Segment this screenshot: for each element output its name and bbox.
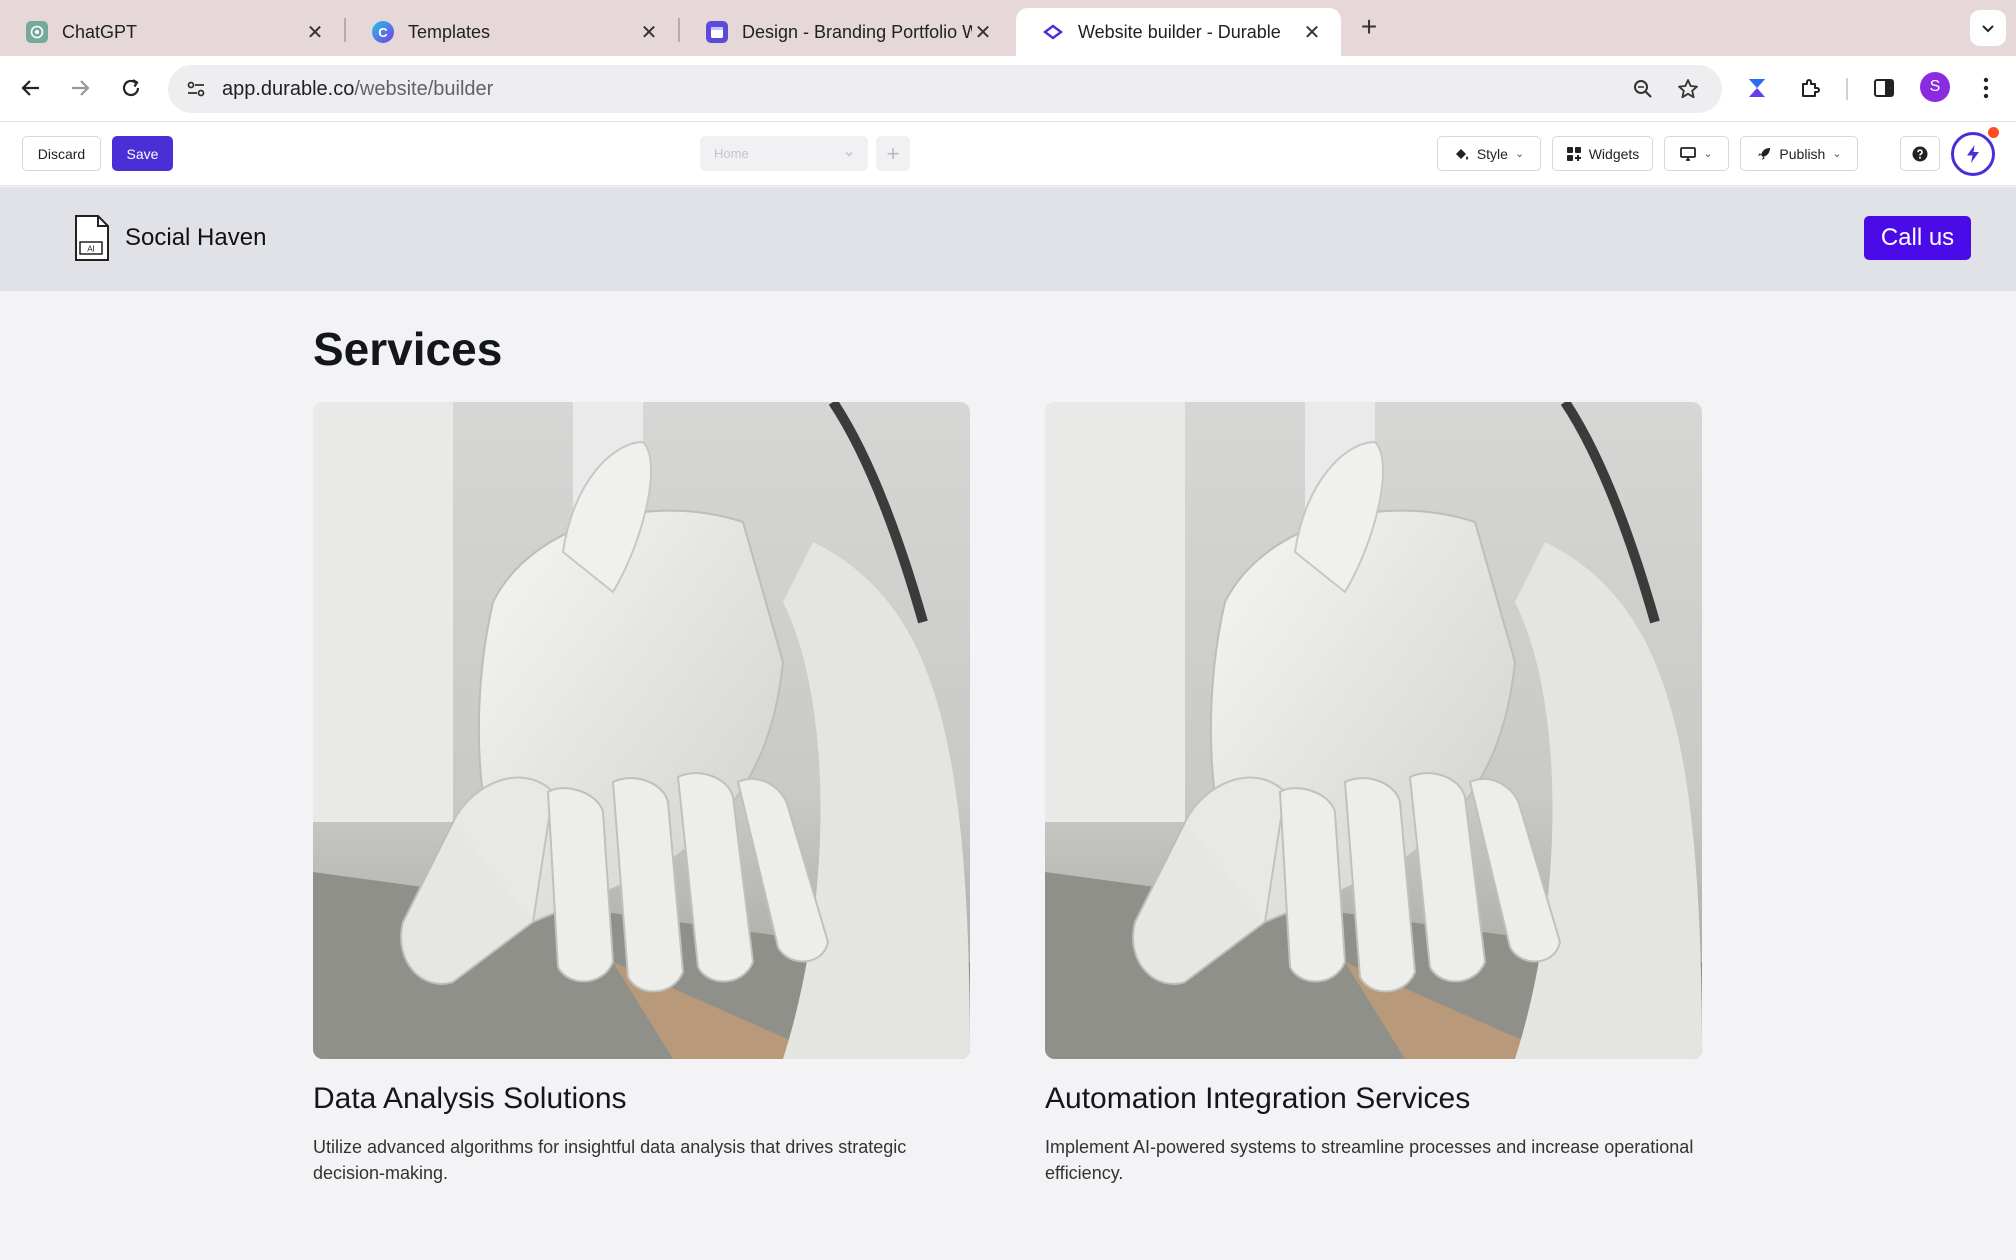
- services-heading[interactable]: Services: [313, 322, 502, 376]
- tab-chatgpt[interactable]: ChatGPT ✕: [0, 8, 344, 56]
- address-bar[interactable]: app.durable.co/website/builder: [168, 65, 1722, 113]
- url-host: app.durable.co: [222, 77, 355, 100]
- chevron-down-icon: ⌄: [1514, 148, 1525, 160]
- lightning-bolt-icon: [1967, 145, 1979, 163]
- service-card[interactable]: Data Analysis Solutions Utilize advanced…: [313, 402, 970, 1183]
- widgets-grid-icon: [1566, 146, 1581, 161]
- help-button[interactable]: [1900, 136, 1940, 171]
- profile-avatar[interactable]: S: [1920, 72, 1950, 102]
- robot-hand-image: [1045, 402, 1702, 1059]
- new-tab-button[interactable]: +: [1354, 11, 1384, 42]
- desktop-monitor-icon: [1680, 146, 1697, 161]
- ai-assistant-button[interactable]: [1951, 132, 1995, 176]
- device-preview-button[interactable]: ⌄: [1664, 136, 1729, 171]
- arrow-left-icon: [21, 80, 39, 96]
- page-select[interactable]: Home: [700, 136, 868, 171]
- tab-title: ChatGPT: [62, 21, 138, 42]
- service-description[interactable]: Implement AI-powered systems to streamli…: [1045, 1134, 1705, 1186]
- chatgpt-icon: [26, 21, 48, 43]
- site-settings-icon[interactable]: [182, 75, 210, 103]
- svg-text:AI: AI: [87, 245, 95, 254]
- save-button[interactable]: Save: [112, 136, 173, 171]
- service-title[interactable]: Data Analysis Solutions: [313, 1082, 627, 1116]
- service-card[interactable]: Automation Integration Services Implemen…: [1045, 402, 1702, 1183]
- chevron-down-icon: [1982, 25, 1994, 33]
- builder-toolbar: Discard Save Home + Style ⌄ Widgets ⌄ Pu…: [0, 122, 2016, 186]
- tab-title: Website builder - Durable: [1078, 21, 1281, 42]
- reload-button[interactable]: [114, 71, 148, 105]
- hourglass-extension-icon[interactable]: [1741, 72, 1773, 104]
- bookmark-star-icon[interactable]: [1671, 72, 1705, 106]
- service-description[interactable]: Utilize advanced algorithms for insightf…: [313, 1134, 973, 1186]
- puzzle-extensions-icon[interactable]: [1794, 72, 1826, 104]
- chevron-down-icon: ⌄: [1832, 148, 1842, 160]
- tab-search-button[interactable]: [1970, 10, 2006, 46]
- close-icon[interactable]: ✕: [1301, 21, 1323, 44]
- call-us-button[interactable]: Call us: [1864, 216, 1971, 260]
- browser-toolbar: app.durable.co/website/builder S: [0, 56, 2016, 122]
- page-select-value: Home: [714, 146, 749, 161]
- brand-name[interactable]: Social Haven: [125, 224, 266, 252]
- chevron-down-icon: ⌄: [1703, 148, 1713, 160]
- publish-button[interactable]: Publish ⌄: [1740, 136, 1858, 171]
- tab-design-branding[interactable]: Design - Branding Portfolio W ✕: [680, 8, 1012, 56]
- forward-button[interactable]: [63, 71, 97, 105]
- style-label: Style: [1476, 145, 1508, 162]
- widgets-label: Widgets: [1588, 145, 1640, 162]
- durable-icon: [1042, 21, 1064, 43]
- tab-strip: ChatGPT ✕ C Templates ✕ Design - Brandin…: [0, 0, 2016, 56]
- close-icon[interactable]: ✕: [304, 21, 326, 44]
- arrow-right-icon: [72, 80, 90, 96]
- tab-title: Design - Branding Portfolio W: [742, 21, 972, 42]
- site-header[interactable]: AI Social Haven Call us: [0, 187, 2016, 291]
- tab-website-builder[interactable]: Website builder - Durable ✕: [1016, 8, 1341, 56]
- zoom-icon[interactable]: [1626, 72, 1660, 106]
- service-title[interactable]: Automation Integration Services: [1045, 1082, 1470, 1116]
- reload-icon: [122, 79, 140, 97]
- toolbar-separator: [1846, 78, 1848, 100]
- robot-hand-image: [313, 402, 970, 1059]
- paint-bucket-icon: [1455, 148, 1468, 160]
- url-text: app.durable.co/website/builder: [222, 78, 493, 101]
- chevron-down-icon: [845, 151, 853, 157]
- canva-icon: C: [372, 21, 394, 43]
- add-page-button[interactable]: +: [876, 136, 910, 171]
- close-icon[interactable]: ✕: [638, 21, 660, 44]
- publish-label: Publish: [1779, 145, 1826, 162]
- url-path: /website/builder: [354, 77, 494, 100]
- tab-templates[interactable]: C Templates ✕: [346, 8, 678, 56]
- discard-button[interactable]: Discard: [22, 136, 101, 171]
- close-icon[interactable]: ✕: [972, 21, 994, 44]
- style-button[interactable]: Style ⌄: [1437, 136, 1541, 171]
- back-button[interactable]: [14, 71, 48, 105]
- document-logo-icon: AI: [75, 215, 109, 261]
- side-panel-icon[interactable]: [1868, 72, 1900, 104]
- notification-dot: [1988, 127, 1999, 138]
- tab-title: Templates: [408, 21, 491, 42]
- calendar-icon: [706, 21, 728, 43]
- widgets-button[interactable]: Widgets: [1552, 136, 1653, 171]
- rocket-icon: [1758, 147, 1771, 160]
- help-question-icon: [1912, 146, 1928, 161]
- browser-menu-icon[interactable]: [1970, 72, 2002, 104]
